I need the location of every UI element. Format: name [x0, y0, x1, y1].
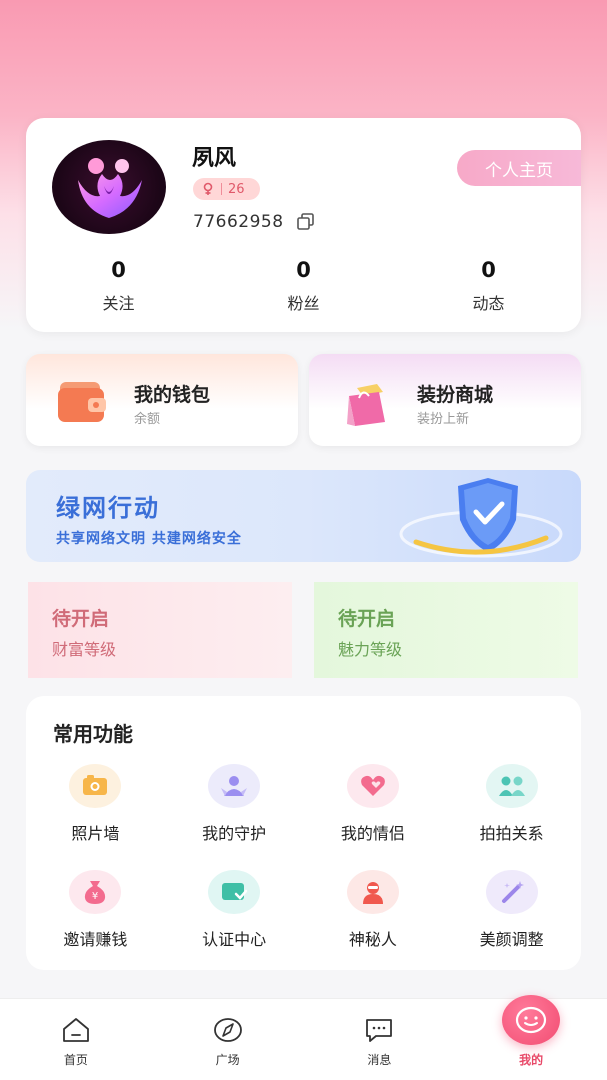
mall-card[interactable]: 装扮商城 装扮上新 [309, 354, 581, 446]
nav-mine[interactable]: 我的 [455, 995, 607, 1080]
charm-label: 魅力等级 [338, 640, 403, 659]
func-relationship[interactable]: 拍拍关系 [442, 764, 581, 844]
func-certification[interactable]: 认证中心 [165, 870, 304, 950]
wealth-level-card[interactable]: 待开启 财富等级 [28, 582, 292, 678]
stat-label: 关注 [102, 294, 135, 313]
wallet-icon [58, 382, 106, 422]
shopping-bag-icon [347, 384, 385, 426]
func-invite-earn[interactable]: ¥ 邀请赚钱 [26, 870, 165, 950]
photo-wall-icon [69, 764, 122, 808]
banner-title: 绿网行动 [56, 494, 160, 522]
home-icon [62, 1018, 89, 1042]
func-label: 拍拍关系 [479, 824, 544, 843]
functions-grid: 照片墙 我的守护 我的情侣 拍拍关系 ¥ 邀请赚钱 认证中心 神秘人 美颜调整 [26, 764, 581, 950]
stat-fans[interactable]: 0 粉丝 [211, 258, 396, 314]
charm-level-card[interactable]: 待开启 魅力等级 [314, 582, 578, 678]
copy-icon[interactable] [296, 212, 316, 232]
profile-card: 夙风 26 77662958 个人主页 0 关注 0 粉丝 0 动态 [26, 118, 581, 332]
relationship-icon [485, 764, 538, 808]
nav-messages[interactable]: 消息 [304, 999, 456, 1080]
nav-square[interactable]: 广场 [152, 999, 304, 1080]
svg-text:¥: ¥ [92, 891, 98, 902]
money-bag-icon: ¥ [69, 870, 122, 914]
nav-label: 首页 [63, 1053, 88, 1067]
nav-label: 消息 [367, 1053, 392, 1067]
mall-subtitle: 装扮上新 [417, 412, 470, 427]
func-label: 认证中心 [202, 930, 267, 949]
nav-label: 广场 [215, 1053, 240, 1067]
level-value: 26 [228, 181, 245, 197]
nav-home[interactable]: 首页 [0, 999, 152, 1080]
bottom-nav: 首页 广场 消息 我的 [0, 995, 607, 1080]
wealth-status: 待开启 [52, 608, 110, 630]
func-guardian[interactable]: 我的守护 [165, 764, 304, 844]
username: 夙风 [192, 146, 237, 171]
mystery-person-icon [346, 870, 399, 914]
homepage-button[interactable]: 个人主页 [457, 150, 581, 186]
wealth-label: 财富等级 [52, 640, 117, 659]
female-icon [203, 182, 213, 195]
func-label: 照片墙 [71, 824, 120, 843]
stats-row: 0 关注 0 粉丝 0 动态 [26, 258, 581, 314]
wallet-card[interactable]: 我的钱包 余额 [26, 354, 298, 446]
charm-status: 待开启 [338, 608, 396, 630]
compass-icon [213, 1018, 242, 1042]
shield-icon [399, 478, 563, 558]
func-label: 美颜调整 [479, 930, 544, 949]
avatar[interactable] [52, 140, 166, 234]
stat-label: 动态 [472, 294, 505, 313]
banner-subtitle: 共享网络文明 共建网络安全 [56, 531, 242, 547]
level-badge: 26 [193, 178, 260, 200]
message-icon [366, 1019, 393, 1042]
stat-posts[interactable]: 0 动态 [396, 258, 581, 314]
func-label: 神秘人 [348, 930, 397, 949]
func-label: 邀请赚钱 [63, 930, 128, 949]
func-label: 我的情侣 [340, 824, 405, 843]
guardian-icon [208, 764, 261, 808]
user-id: 77662958 [193, 212, 284, 232]
stat-following[interactable]: 0 关注 [26, 258, 211, 314]
func-beauty[interactable]: 美颜调整 [442, 870, 581, 950]
wallet-title: 我的钱包 [134, 384, 211, 406]
functions-title: 常用功能 [53, 722, 133, 746]
couple-heart-icon [346, 764, 399, 808]
func-couple[interactable]: 我的情侣 [304, 764, 443, 844]
stat-value: 0 [111, 258, 126, 282]
func-label: 我的守护 [202, 824, 267, 843]
stat-label: 粉丝 [287, 294, 320, 313]
mall-title: 装扮商城 [417, 384, 494, 406]
wallet-subtitle: 余额 [134, 412, 161, 427]
beauty-wand-icon [485, 870, 538, 914]
stat-value: 0 [296, 258, 311, 282]
green-net-banner[interactable]: 绿网行动 共享网络文明 共建网络安全 [26, 470, 581, 562]
stat-value: 0 [481, 258, 496, 282]
func-mystery-person[interactable]: 神秘人 [304, 870, 443, 950]
func-photo-wall[interactable]: 照片墙 [26, 764, 165, 844]
nav-label: 我的 [519, 1053, 544, 1067]
certification-icon [208, 870, 261, 914]
badge-divider [221, 183, 222, 195]
smile-face-icon [502, 995, 561, 1045]
functions-card: 常用功能 照片墙 我的守护 我的情侣 拍拍关系 ¥ 邀请赚钱 认证中心 神秘人 … [26, 696, 581, 970]
